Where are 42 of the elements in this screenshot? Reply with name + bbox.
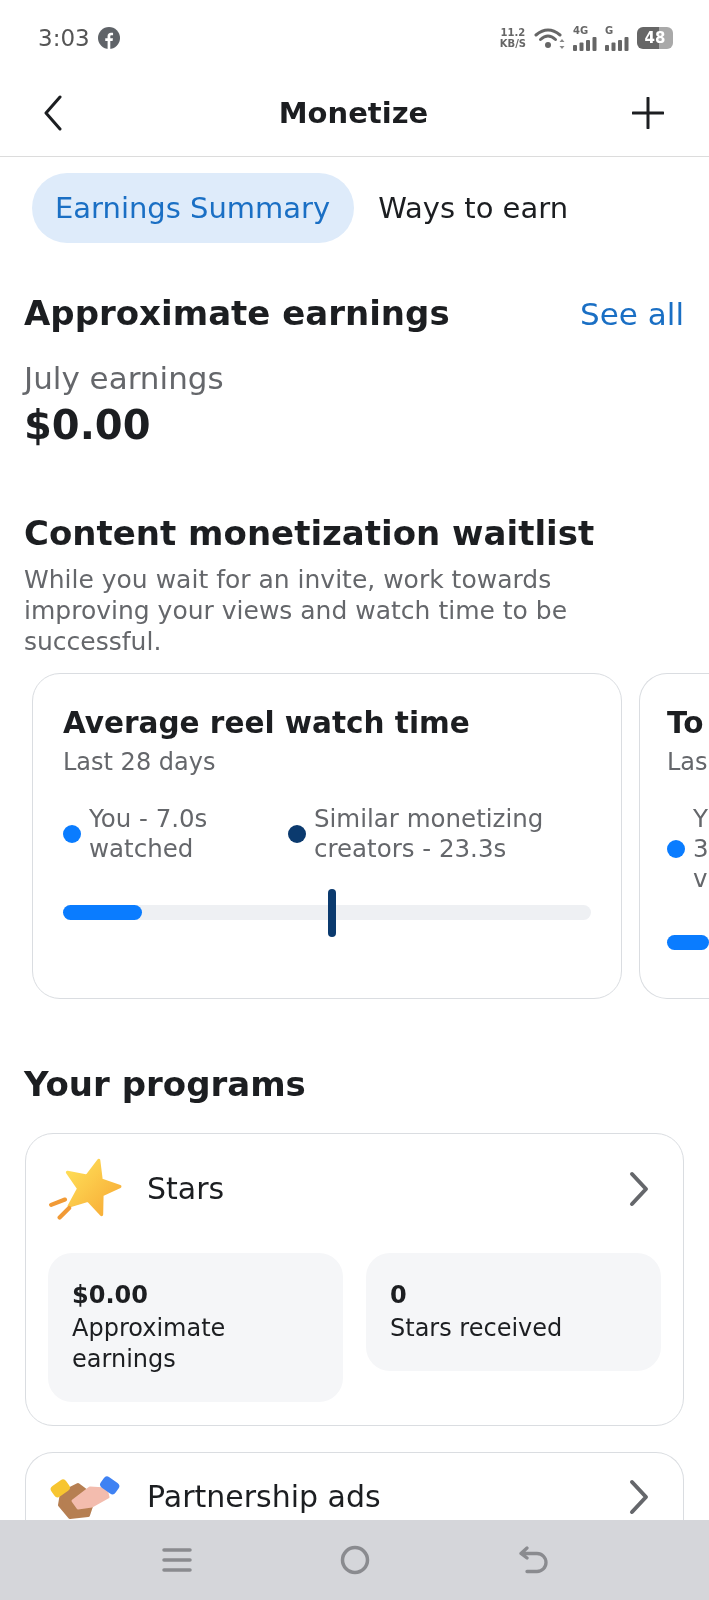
- chevron-right-icon[interactable]: [627, 1479, 651, 1515]
- network-type-label: 4G: [573, 25, 589, 36]
- section-title: Content monetization waitlist: [24, 513, 595, 553]
- legend-label: Y 3 v: [693, 804, 709, 894]
- metric-period: Last 28 days: [63, 747, 217, 777]
- network-speed-unit: KB/S: [499, 38, 526, 49]
- tab[interactable]: Ways to earn: [354, 173, 593, 243]
- period-label: July earnings: [24, 359, 224, 397]
- shooting-star-icon: [48, 1158, 122, 1220]
- chevron-right-icon[interactable]: [627, 1171, 651, 1207]
- network-speed-value: 11.2: [500, 27, 526, 38]
- tab[interactable]: Earnings Summary: [32, 173, 355, 243]
- metric-title: Average reel watch time: [63, 705, 471, 741]
- see-all-link[interactable]: See all: [580, 296, 684, 332]
- battery-level-text: 48: [644, 29, 666, 47]
- status-time: 3:03: [38, 25, 90, 51]
- f-logo-icon: [97, 27, 120, 49]
- earnings-amount: $0.00: [24, 401, 151, 450]
- metric-card[interactable]: To Las Y 3 v: [639, 673, 709, 999]
- signal-icon: [605, 36, 629, 51]
- legend-label: Similar monetizing creators - 23.3s: [314, 804, 545, 864]
- metric-card[interactable]: Average reel watch time Last 28 days You - 7.0s watched Similar monetizing creators - 23.3s: [32, 673, 622, 999]
- program-name: Stars: [147, 1172, 225, 1206]
- metric-period: Las: [667, 747, 709, 777]
- wifi-icon: [534, 27, 565, 49]
- metric-title: To: [667, 705, 705, 741]
- legend-label: You - 7.0s watched: [89, 804, 209, 864]
- header-title: Monetize: [278, 96, 429, 130]
- section-description: While you wait for an invite, work towards improving your views and watch time to be successful.: [24, 564, 569, 657]
- program-card[interactable]: Stars $0.00 Approximate earnings 0 Stars received: [25, 1133, 684, 1426]
- stat-value: $0.00: [72, 1280, 149, 1311]
- back-icon[interactable]: [43, 95, 63, 131]
- stat-value: 0: [390, 1280, 408, 1311]
- program-name: Partnership ads: [147, 1480, 381, 1514]
- signal-icon: [573, 36, 597, 51]
- section-title: Approximate earnings: [24, 293, 450, 333]
- add-icon[interactable]: [632, 97, 664, 129]
- network-type-label: G: [605, 25, 614, 36]
- handshake-icon: [48, 1475, 122, 1519]
- stat-label: Stars received: [390, 1313, 564, 1344]
- stat-label: Approximate earnings: [72, 1313, 227, 1375]
- section-title: Your programs: [24, 1064, 306, 1104]
